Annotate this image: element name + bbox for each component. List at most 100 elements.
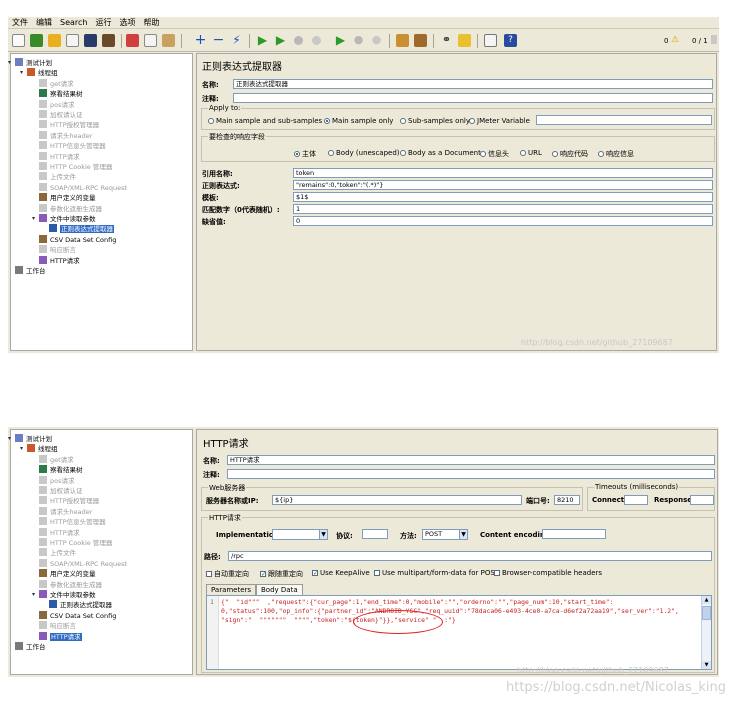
template-field[interactable]: $1$ — [293, 192, 713, 202]
start-no-pause-icon[interactable]: ▶ — [274, 34, 287, 47]
tree-node[interactable]: 文件中读取参数 — [39, 214, 96, 224]
menu-run[interactable]: 运行 — [91, 17, 115, 29]
start-icon[interactable]: ▶ — [256, 34, 269, 47]
tree-node[interactable]: CSV Data Set Config — [39, 234, 116, 245]
tree-node[interactable]: SOAP/XML-RPC Request — [39, 558, 127, 569]
copy-icon[interactable] — [144, 34, 157, 47]
expand-icon[interactable]: + — [194, 33, 207, 47]
tree-node[interactable]: 工作台 — [15, 266, 46, 276]
field-response-code-radio[interactable]: 响应代码 — [552, 149, 588, 159]
tree-node[interactable]: 请求头header — [39, 506, 92, 517]
redirect-auto-checkbox[interactable]: 自动重定向 — [206, 569, 249, 579]
field-body-radio[interactable]: 主体 — [294, 149, 316, 159]
tree-node[interactable]: 工作台 — [15, 642, 46, 652]
paste-icon[interactable] — [162, 34, 175, 47]
search-icon[interactable]: ⚭ — [440, 34, 453, 47]
new-icon[interactable] — [12, 34, 25, 47]
tree-node[interactable]: pos请求 — [39, 99, 75, 110]
field-body-unescaped-radio[interactable]: Body (unescaped) — [328, 149, 400, 157]
tree-node[interactable]: 察看结果树 — [39, 89, 83, 99]
tree-toggle-icon[interactable]: ▾ — [8, 60, 13, 66]
remote-stop-icon[interactable]: ● — [352, 34, 365, 47]
tree-node[interactable]: pos请求 — [39, 475, 75, 486]
open-icon[interactable] — [48, 34, 61, 47]
tree-node[interactable]: HTTP信息头管理器 — [39, 141, 106, 151]
vertical-scrollbar[interactable]: ▲ ▼ — [701, 596, 711, 669]
tree-node[interactable]: get请求 — [39, 454, 74, 465]
server-name-field[interactable]: ${ip} — [272, 495, 522, 505]
tree-toggle-icon[interactable]: ▾ — [20, 70, 25, 76]
tree-node[interactable]: HTTP授权管理器 — [39, 496, 99, 506]
tree-node[interactable]: 加权请认证 — [39, 110, 83, 120]
use-keepalive-checkbox[interactable]: Use KeepAlive — [312, 569, 370, 577]
port-field[interactable]: 8210 — [554, 495, 580, 505]
tree-node[interactable]: 文件中读取参数 — [39, 590, 96, 600]
tree-node[interactable]: HTTP授权管理器 — [39, 120, 99, 130]
tree-node[interactable]: 线程组 — [27, 444, 58, 454]
tree-node[interactable]: HTTP请求 — [39, 527, 80, 538]
tab-parameters[interactable]: Parameters — [206, 584, 257, 595]
response-timeout-field[interactable] — [690, 495, 714, 505]
comment-field[interactable] — [233, 93, 713, 103]
tree-node[interactable]: SOAP/XML-RPC Request — [39, 182, 127, 193]
tree-node[interactable]: 响应断言 — [39, 621, 76, 631]
tree-node[interactable]: 请求头header — [39, 130, 92, 141]
remote-start-icon[interactable]: ▶ — [334, 34, 347, 47]
default-value-field[interactable]: 0 — [293, 216, 713, 226]
tab-body-data[interactable]: Body Data — [256, 584, 303, 595]
shutdown-icon[interactable] — [310, 34, 323, 47]
field-response-message-radio[interactable]: 响应信息 — [598, 149, 634, 159]
clear-icon[interactable] — [396, 34, 409, 47]
close-icon[interactable] — [66, 34, 79, 47]
templates-icon[interactable] — [30, 34, 43, 47]
tree-node[interactable]: 参数化遮册生成器 — [39, 203, 102, 214]
protocol-field[interactable] — [362, 529, 388, 539]
apply-main-only-radio[interactable]: Main sample only — [324, 117, 393, 125]
tree-node[interactable]: CSV Data Set Config — [39, 610, 116, 621]
tree-node[interactable]: 响应断言 — [39, 245, 76, 255]
help-icon[interactable]: ? — [504, 34, 517, 47]
jmeter-variable-input[interactable] — [536, 115, 712, 125]
ref-name-field[interactable]: token — [293, 168, 713, 178]
comment-field[interactable] — [227, 469, 715, 479]
tree-node[interactable]: 加权请认证 — [39, 486, 83, 496]
regex-field[interactable]: "remains":0,"token":"(.*)"} — [293, 180, 713, 190]
tree-node[interactable]: HTTP Cookie 管理器 — [39, 538, 112, 548]
field-url-radio[interactable]: URL — [520, 149, 542, 157]
tree-node[interactable]: 用户定义的变量 — [39, 569, 96, 579]
stop-icon[interactable] — [292, 34, 305, 47]
apply-sub-only-radio[interactable]: Sub-samples only — [400, 117, 470, 125]
path-field[interactable]: /rpc — [228, 551, 712, 561]
body-data-editor[interactable]: 1 {" "id""" ,"request":{"cur_page":1,"en… — [206, 595, 712, 670]
function-helper-icon[interactable] — [484, 34, 497, 47]
implementation-select[interactable]: ▼ — [272, 529, 328, 540]
tree-node[interactable]: 上传文件 — [39, 548, 76, 558]
scroll-down-icon[interactable]: ▼ — [702, 661, 711, 669]
tree-node[interactable]: 线程组 — [27, 68, 58, 78]
name-field[interactable]: 正则表达式提取器 — [233, 79, 713, 89]
scroll-thumb[interactable] — [702, 606, 711, 620]
field-headers-radio[interactable]: 信息头 — [480, 149, 509, 159]
warning-icon[interactable]: ⚠ — [671, 35, 679, 45]
menu-help[interactable]: 帮助 — [139, 17, 163, 29]
tree-node[interactable]: HTTP Cookie 管理器 — [39, 162, 112, 172]
save-icon[interactable] — [84, 34, 97, 47]
name-field[interactable]: HTTP请求 — [227, 455, 715, 465]
tree-node[interactable]: 参数化遮册生成器 — [39, 579, 102, 590]
tree-node[interactable]: HTTP请求 — [39, 631, 82, 642]
follow-redirects-checkbox[interactable]: 跟随重定向 — [260, 569, 303, 579]
tree-node[interactable]: 测试计划 — [15, 58, 52, 68]
tree-node[interactable]: HTTP请求 — [39, 255, 80, 266]
toggle-icon[interactable]: ⚡ — [230, 34, 243, 47]
tree-node[interactable]: 测试计划 — [15, 434, 52, 444]
tree-toggle-icon[interactable]: ▾ — [8, 436, 13, 442]
clear-all-icon[interactable] — [414, 34, 427, 47]
scroll-up-icon[interactable]: ▲ — [702, 596, 711, 604]
tree-node[interactable]: 用户定义的变量 — [39, 193, 96, 203]
tree-node[interactable]: get请求 — [39, 78, 74, 89]
apply-jmeter-variable-radio[interactable]: JMeter Variable — [469, 117, 530, 125]
tree-node[interactable]: 正则表达式提取器 — [49, 600, 112, 610]
cut-icon[interactable] — [126, 34, 139, 47]
save-screenshot-icon[interactable] — [102, 34, 115, 47]
collapse-icon[interactable]: − — [212, 33, 225, 47]
